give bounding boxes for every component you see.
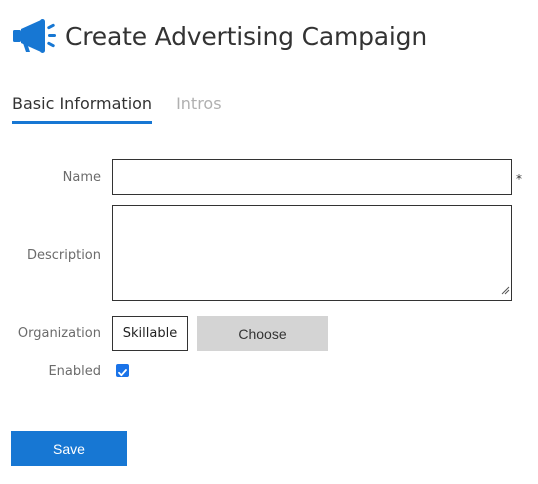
- name-field[interactable]: [112, 159, 512, 195]
- page-title: Create Advertising Campaign: [65, 21, 427, 51]
- tab-intros[interactable]: Intros: [176, 92, 221, 121]
- description-field[interactable]: [112, 205, 512, 301]
- organization-value: Skillable: [112, 316, 188, 351]
- required-marker: *: [516, 172, 522, 186]
- name-label: Name: [62, 170, 101, 185]
- enabled-label: Enabled: [48, 364, 101, 379]
- page-header: Create Advertising Campaign: [11, 14, 427, 58]
- enabled-checkbox[interactable]: [116, 364, 129, 377]
- organization-label: Organization: [17, 326, 101, 341]
- megaphone-icon: [11, 14, 59, 58]
- tab-basic-information[interactable]: Basic Information: [12, 92, 153, 124]
- tab-bar: Basic Information Intros: [12, 92, 246, 124]
- checkmark-icon: [118, 369, 127, 377]
- save-button[interactable]: Save: [11, 431, 127, 466]
- description-label: Description: [26, 248, 101, 263]
- resize-grip-icon[interactable]: [501, 280, 510, 299]
- choose-organization-button[interactable]: Choose: [197, 316, 328, 351]
